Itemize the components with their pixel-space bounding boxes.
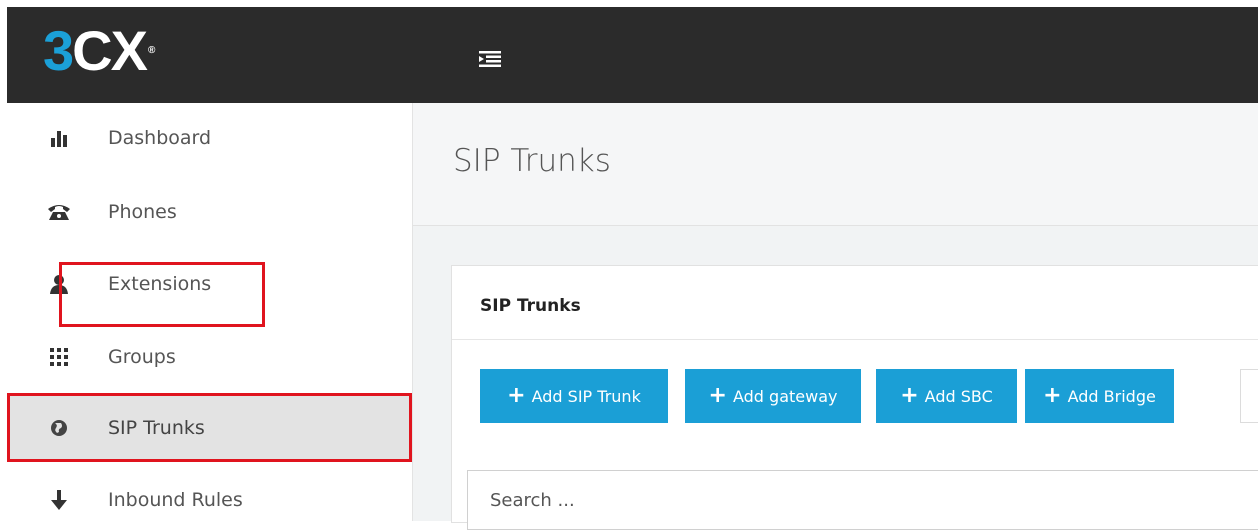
page-header: SIP Trunks [413,103,1258,226]
sidebar-item-dashboard[interactable]: Dashboard [7,113,412,163]
sidebar-item-groups[interactable]: Groups [7,332,412,382]
sidebar-item-inbound-rules[interactable]: Inbound Rules [7,475,412,525]
sidebar: Dashboard Phones Extensions Groups SIP T… [7,103,413,521]
add-sip-trunk-button[interactable]: + Add SIP Trunk [480,369,668,423]
search-input[interactable] [467,470,1258,530]
add-gateway-label: Add gateway [732,386,838,406]
add-bridge-label: Add Bridge [1067,386,1156,406]
globe-icon [47,416,71,440]
add-bridge-button[interactable]: + Add Bridge [1025,369,1174,423]
edit-button[interactable]: E [1240,369,1258,423]
sidebar-item-label: Inbound Rules [108,489,243,511]
sidebar-item-phones[interactable]: Phones [7,187,412,237]
sip-trunks-panel: SIP Trunks + Add SIP Trunk + Add gateway… [451,265,1258,530]
page-title: SIP Trunks [453,143,611,179]
user-icon [47,272,71,296]
plus-icon: + [900,383,919,408]
sidebar-item-label: SIP Trunks [108,416,205,439]
logo[interactable]: 3CX ® [43,21,155,81]
sidebar-toggle-icon[interactable] [479,51,501,67]
top-bar: 3CX ® [7,7,1258,103]
add-sbc-label: Add SBC [924,386,993,406]
bar-chart-icon [47,126,71,150]
plus-icon: + [1043,383,1062,408]
sidebar-item-label: Dashboard [108,127,212,149]
sidebar-item-label: Phones [108,201,177,223]
main-content: SIP Trunks SIP Trunks + Add SIP Trunk + … [413,103,1258,530]
sidebar-item-label: Groups [108,346,176,368]
panel-title: SIP Trunks [480,296,581,316]
grid-icon [47,345,71,369]
sidebar-item-sip-trunks[interactable]: SIP Trunks [7,393,412,462]
telephone-icon [47,200,71,224]
plus-icon: + [507,383,526,408]
sidebar-item-label: Extensions [108,273,212,295]
add-sip-trunk-label: Add SIP Trunk [531,386,641,406]
plus-icon: + [708,383,727,408]
add-gateway-button[interactable]: + Add gateway [685,369,861,423]
panel-header: SIP Trunks [452,266,1258,340]
arrow-down-icon [47,488,71,512]
sidebar-item-extensions[interactable]: Extensions [7,259,412,309]
add-sbc-button[interactable]: + Add SBC [876,369,1017,423]
